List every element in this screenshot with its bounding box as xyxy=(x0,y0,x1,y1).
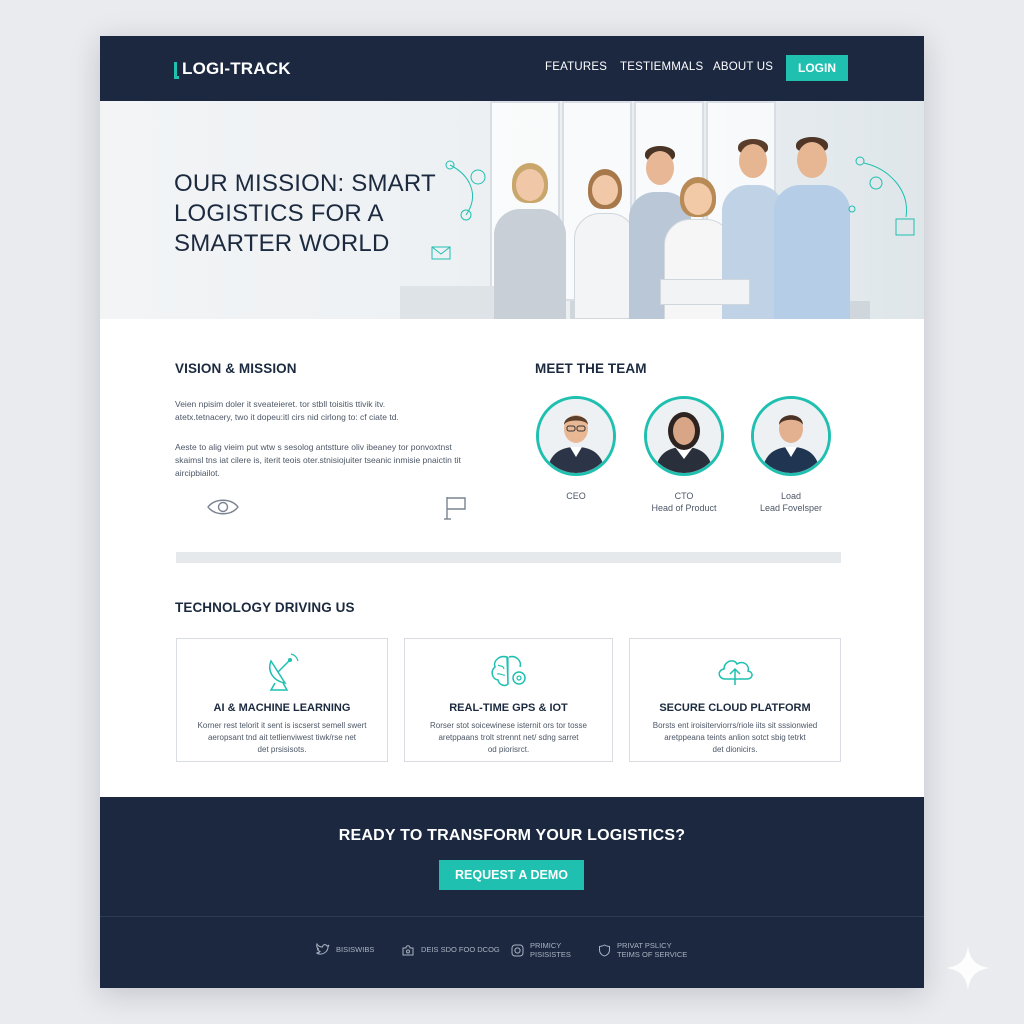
cta-section: READY TO TRANSFORM YOUR LOGISTICS? REQUE… xyxy=(100,797,924,916)
section-divider xyxy=(176,552,841,563)
mission-paragraph: Aeste to alig vieim put wtw s sesolog an… xyxy=(175,441,475,480)
avatar xyxy=(644,396,724,476)
hero-banner: OUR MISSION: SMART LOGISTICS FOR A SMART… xyxy=(100,101,924,319)
tech-card-title: AI & MACHINE LEARNING xyxy=(213,702,351,714)
vision-paragraph-line: atetx.tetnacery, two it dopeu:itl cirs n… xyxy=(175,412,399,422)
puzzle-icon xyxy=(402,945,414,956)
team-member-role: Load Lead Fovelsper xyxy=(736,490,846,514)
tech-card-title: SECURE CLOUD PLATFORM xyxy=(659,702,811,714)
tech-card-description-line: det prsisisots. xyxy=(257,745,307,754)
tech-card-description-line: aeropsant tnd ait tetlienviwest tiwk/rse… xyxy=(207,733,357,742)
avatar xyxy=(536,396,616,476)
tech-card-description-line: od piorisrct. xyxy=(487,745,530,754)
page: LOGI-TRACK FEATURES TESTIEMMALS ABOUT US… xyxy=(100,36,924,988)
nav-link-features[interactable]: FEATURES xyxy=(545,61,607,73)
logo[interactable]: LOGI-TRACK xyxy=(174,58,291,80)
team-member-photo xyxy=(647,399,721,473)
vision-paragraph: Veien npisim doler it sveateieret. tor s… xyxy=(175,398,475,424)
flag-icon xyxy=(444,497,466,520)
logo-mark-icon xyxy=(174,61,179,79)
meet-the-team-heading: MEET THE TEAM xyxy=(535,361,647,376)
network-nodes-icon xyxy=(431,160,486,260)
tech-card-description-line: Borsts ent iroisiterviorrs/riole iits si… xyxy=(652,721,818,730)
hero-title: OUR MISSION: SMART LOGISTICS FOR A SMART… xyxy=(174,169,464,259)
tech-card-title: REAL-TIME GPS & IOT xyxy=(449,702,568,714)
mission-paragraph-line: Aeste to alig vieim put wtw s sesolog an… xyxy=(175,442,452,452)
cloud-upload-icon xyxy=(718,660,753,685)
tech-card-description-line: aretppaans trolt strennt net/ sdng sarre… xyxy=(438,733,579,742)
tech-card-cloud[interactable]: SECURE CLOUD PLATFORM Borsts ent iroisit… xyxy=(629,638,841,762)
tech-card-description: Rorser stot soicewinese isternit ors tor… xyxy=(419,720,598,756)
tech-card-ai[interactable]: AI & MACHINE LEARNING Korner rest telori… xyxy=(176,638,388,762)
team-member-card[interactable]: CEO xyxy=(521,396,631,502)
footer-link[interactable]: PRIVAT PSLICY TEIMS OF SERVICE xyxy=(598,941,687,959)
team-member-title: CTO xyxy=(674,491,694,501)
top-navbar: LOGI-TRACK FEATURES TESTIEMMALS ABOUT US… xyxy=(100,36,924,101)
footer-link-label: PRIVAT PSLICY TEIMS OF SERVICE xyxy=(617,941,687,959)
tech-card-description-line: Korner rest telorit it sent is iscserst … xyxy=(197,721,367,730)
shield-icon xyxy=(599,943,610,957)
twitter-icon xyxy=(316,943,330,955)
avatar xyxy=(751,396,831,476)
tech-card-description: Borsts ent iroisiterviorrs/riole iits si… xyxy=(644,720,826,756)
tech-card-description-line: Rorser stot soicewinese isternit ors tor… xyxy=(430,721,587,730)
sparkle-icon xyxy=(946,946,990,990)
footer-link-line: BISISWIBS xyxy=(336,944,375,954)
footer-link-line: PRIMICY xyxy=(530,941,562,950)
footer-link-line: TEIMS OF SERVICE xyxy=(617,950,688,959)
mission-paragraph-line: aircipbiailot. xyxy=(175,468,220,478)
nav-link-about-us[interactable]: ABOUT US xyxy=(713,61,773,73)
cta-heading: READY TO TRANSFORM YOUR LOGISTICS? xyxy=(338,827,686,844)
footer-link[interactable]: DEIS SDO FOO DCOG xyxy=(401,943,500,956)
footer-link-label: BISISWIBS xyxy=(336,945,374,954)
footer-link[interactable]: PRIMICY PISISISTES xyxy=(511,941,571,959)
tech-card-description: Korner rest telorit it sent is iscserst … xyxy=(191,720,373,756)
footer-link-label: PRIMICY PISISISTES xyxy=(530,941,571,959)
technology-heading: TECHNOLOGY DRIVING US xyxy=(175,600,355,615)
vision-paragraph-line: Veien npisim doler it sveateieret. tor s… xyxy=(175,399,386,409)
brain-gear-icon xyxy=(490,655,526,687)
footer-link-line: PRIVAT PSLICY xyxy=(617,941,672,950)
footer-link-line: PISISISTES xyxy=(530,950,571,959)
footer-link-line: DEIS SDO FOO DCOG xyxy=(421,945,500,954)
team-member-card[interactable]: CTO Head of Product xyxy=(629,396,739,514)
login-button[interactable]: LOGIN xyxy=(786,55,848,81)
circuit-nodes-icon xyxy=(848,156,915,236)
logo-text: LOGI-TRACK xyxy=(182,59,291,78)
tech-card-gps[interactable]: REAL-TIME GPS & IOT Rorser stot soicewin… xyxy=(404,638,613,762)
eye-icon xyxy=(207,499,239,515)
team-photo-person xyxy=(490,161,570,319)
satellite-dish-icon xyxy=(269,653,299,691)
team-member-card[interactable]: Load Lead Fovelsper xyxy=(736,396,846,514)
hero-title-line: SMARTER WORLD xyxy=(174,230,390,257)
hero-title-line: OUR MISSION: SMART xyxy=(174,170,436,197)
hero-title-line: LOGISTICS FOR A xyxy=(174,200,384,227)
team-member-title: CEO xyxy=(566,491,586,501)
footer-link[interactable]: BISISWIBS xyxy=(316,943,374,955)
team-member-role: CTO Head of Product xyxy=(629,490,739,514)
tech-card-description-line: det dionicirs. xyxy=(712,745,758,754)
team-member-photo xyxy=(754,399,828,473)
request-demo-button[interactable]: REQUEST A DEMO xyxy=(439,860,584,890)
team-member-title: Load xyxy=(780,491,802,501)
mission-paragraph-line: skaimsl tns iat cilere is, iterit teois … xyxy=(175,455,461,465)
footer-link-label: DEIS SDO FOO DCOG xyxy=(421,945,500,954)
instagram-icon xyxy=(511,944,524,956)
team-member-photo xyxy=(539,399,613,473)
team-member-subtitle: Lead Fovelsper xyxy=(759,503,823,513)
team-member-role: CEO xyxy=(521,490,631,502)
tech-card-description-line: aretppeana teints anlion sotct sbig tetr… xyxy=(664,733,806,742)
nav-link-testimonials[interactable]: TESTIEMMALS xyxy=(620,61,703,73)
team-member-subtitle: Head of Product xyxy=(651,503,717,513)
laptop xyxy=(660,279,750,305)
vision-mission-heading: VISION & MISSION xyxy=(175,361,297,376)
footer: BISISWIBS DEIS SDO FOO DCOG PRIMICY PISI… xyxy=(100,916,924,988)
